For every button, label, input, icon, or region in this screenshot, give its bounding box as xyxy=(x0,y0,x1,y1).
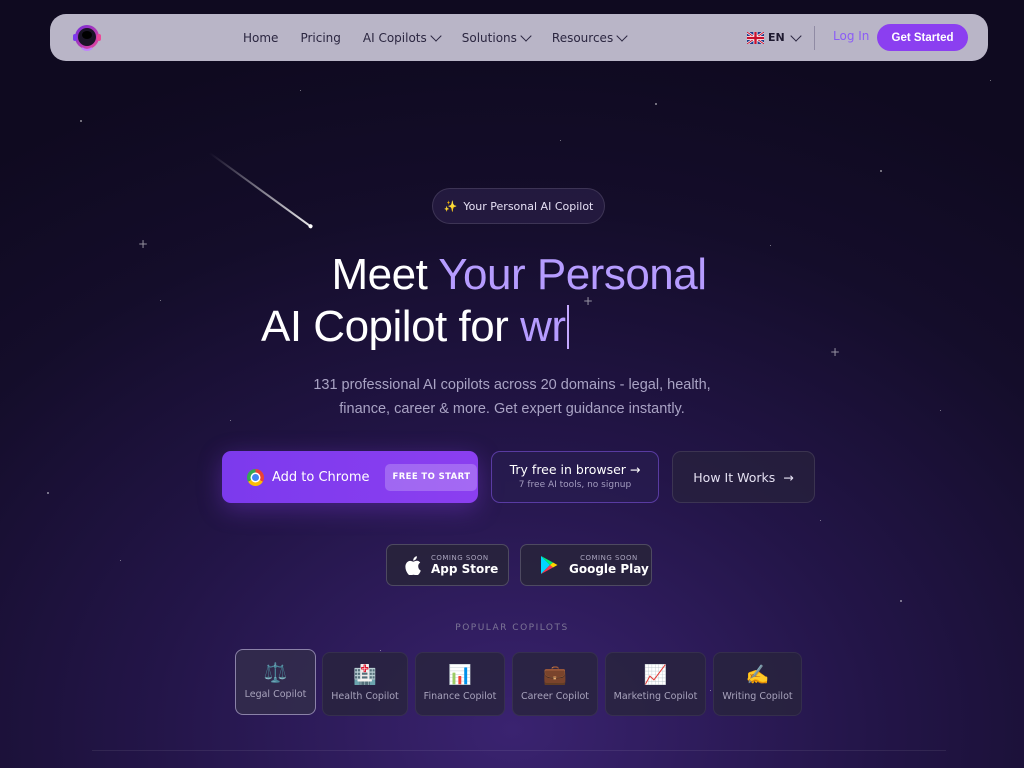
nav-pricing-link[interactable]: Pricing xyxy=(300,31,340,45)
nav-resources-menu[interactable]: Resources xyxy=(552,30,628,45)
trending-up-icon: 📈 xyxy=(643,664,668,686)
uk-flag-icon xyxy=(747,31,764,44)
try-in-browser-button[interactable]: Try free in browser → 7 free AI tools, n… xyxy=(491,451,659,503)
hospital-icon: 🏥 xyxy=(353,664,377,686)
copilot-card-marketing[interactable]: 📈 Marketing Copilot xyxy=(605,652,706,716)
copilot-card-career[interactable]: 💼 Career Copilot xyxy=(512,652,598,716)
language-code: EN xyxy=(768,31,785,44)
add-to-chrome-button[interactable]: Add to Chrome FREE TO START xyxy=(222,451,478,503)
section-divider xyxy=(92,750,946,751)
scales-icon: ⚖️ xyxy=(263,662,288,684)
writing-hand-icon: ✍️ xyxy=(745,664,770,686)
chevron-down-icon xyxy=(520,30,532,42)
app-store-button[interactable]: COMING SOON App Store xyxy=(386,544,509,586)
free-to-start-badge: FREE TO START xyxy=(385,463,478,491)
nav-divider xyxy=(814,26,815,50)
chrome-icon xyxy=(247,468,264,486)
how-it-works-button[interactable]: How It Works → xyxy=(672,451,815,503)
briefcase-icon: 💼 xyxy=(543,664,567,686)
nav-solutions-menu[interactable]: Solutions xyxy=(462,30,532,45)
chevron-down-icon xyxy=(616,30,628,42)
nav-ai-copilots-menu[interactable]: AI Copilots xyxy=(363,30,442,45)
hero-subtitle: 131 professional AI copilots across 20 d… xyxy=(313,377,711,417)
google-play-icon xyxy=(541,556,558,574)
nav-home-link[interactable]: Home xyxy=(243,31,278,45)
copilot-card-writing[interactable]: ✍️ Writing Copilot xyxy=(713,652,802,716)
copilot-card-health[interactable]: 🏥 Health Copilot xyxy=(322,652,408,716)
logo-icon[interactable] xyxy=(70,21,104,55)
typing-cursor xyxy=(566,305,569,349)
apple-icon xyxy=(405,555,421,575)
hero-badge: ✨ Your Personal AI Copilot xyxy=(432,188,605,224)
google-play-button[interactable]: COMING SOON Google Play xyxy=(520,544,652,586)
top-navbar: Home Pricing AI Copilots Solutions Resou… xyxy=(50,14,988,61)
language-selector[interactable]: EN xyxy=(747,14,802,61)
login-link[interactable]: Log In xyxy=(833,29,869,43)
chevron-down-icon xyxy=(790,30,802,42)
hero-badge-text: Your Personal AI Copilot xyxy=(463,199,594,213)
arrow-right-icon: → xyxy=(783,469,794,485)
nav-links: Home Pricing AI Copilots Solutions Resou… xyxy=(243,14,628,61)
hero-title-line-2: AI Copilot for wr xyxy=(261,302,569,352)
get-started-button[interactable]: Get Started xyxy=(877,24,968,51)
sparkles-icon: ✨ xyxy=(443,199,458,213)
popular-copilots-label: POPULAR COPILOTS xyxy=(455,623,569,633)
bar-chart-icon: 📊 xyxy=(448,664,472,686)
copilot-card-finance[interactable]: 📊 Finance Copilot xyxy=(415,652,505,716)
copilot-card-legal[interactable]: ⚖️ Legal Copilot xyxy=(235,649,316,715)
chevron-down-icon xyxy=(430,30,442,42)
hero-title-line-1: Meet Your Personal xyxy=(331,250,707,299)
typed-word: wr xyxy=(520,302,566,351)
